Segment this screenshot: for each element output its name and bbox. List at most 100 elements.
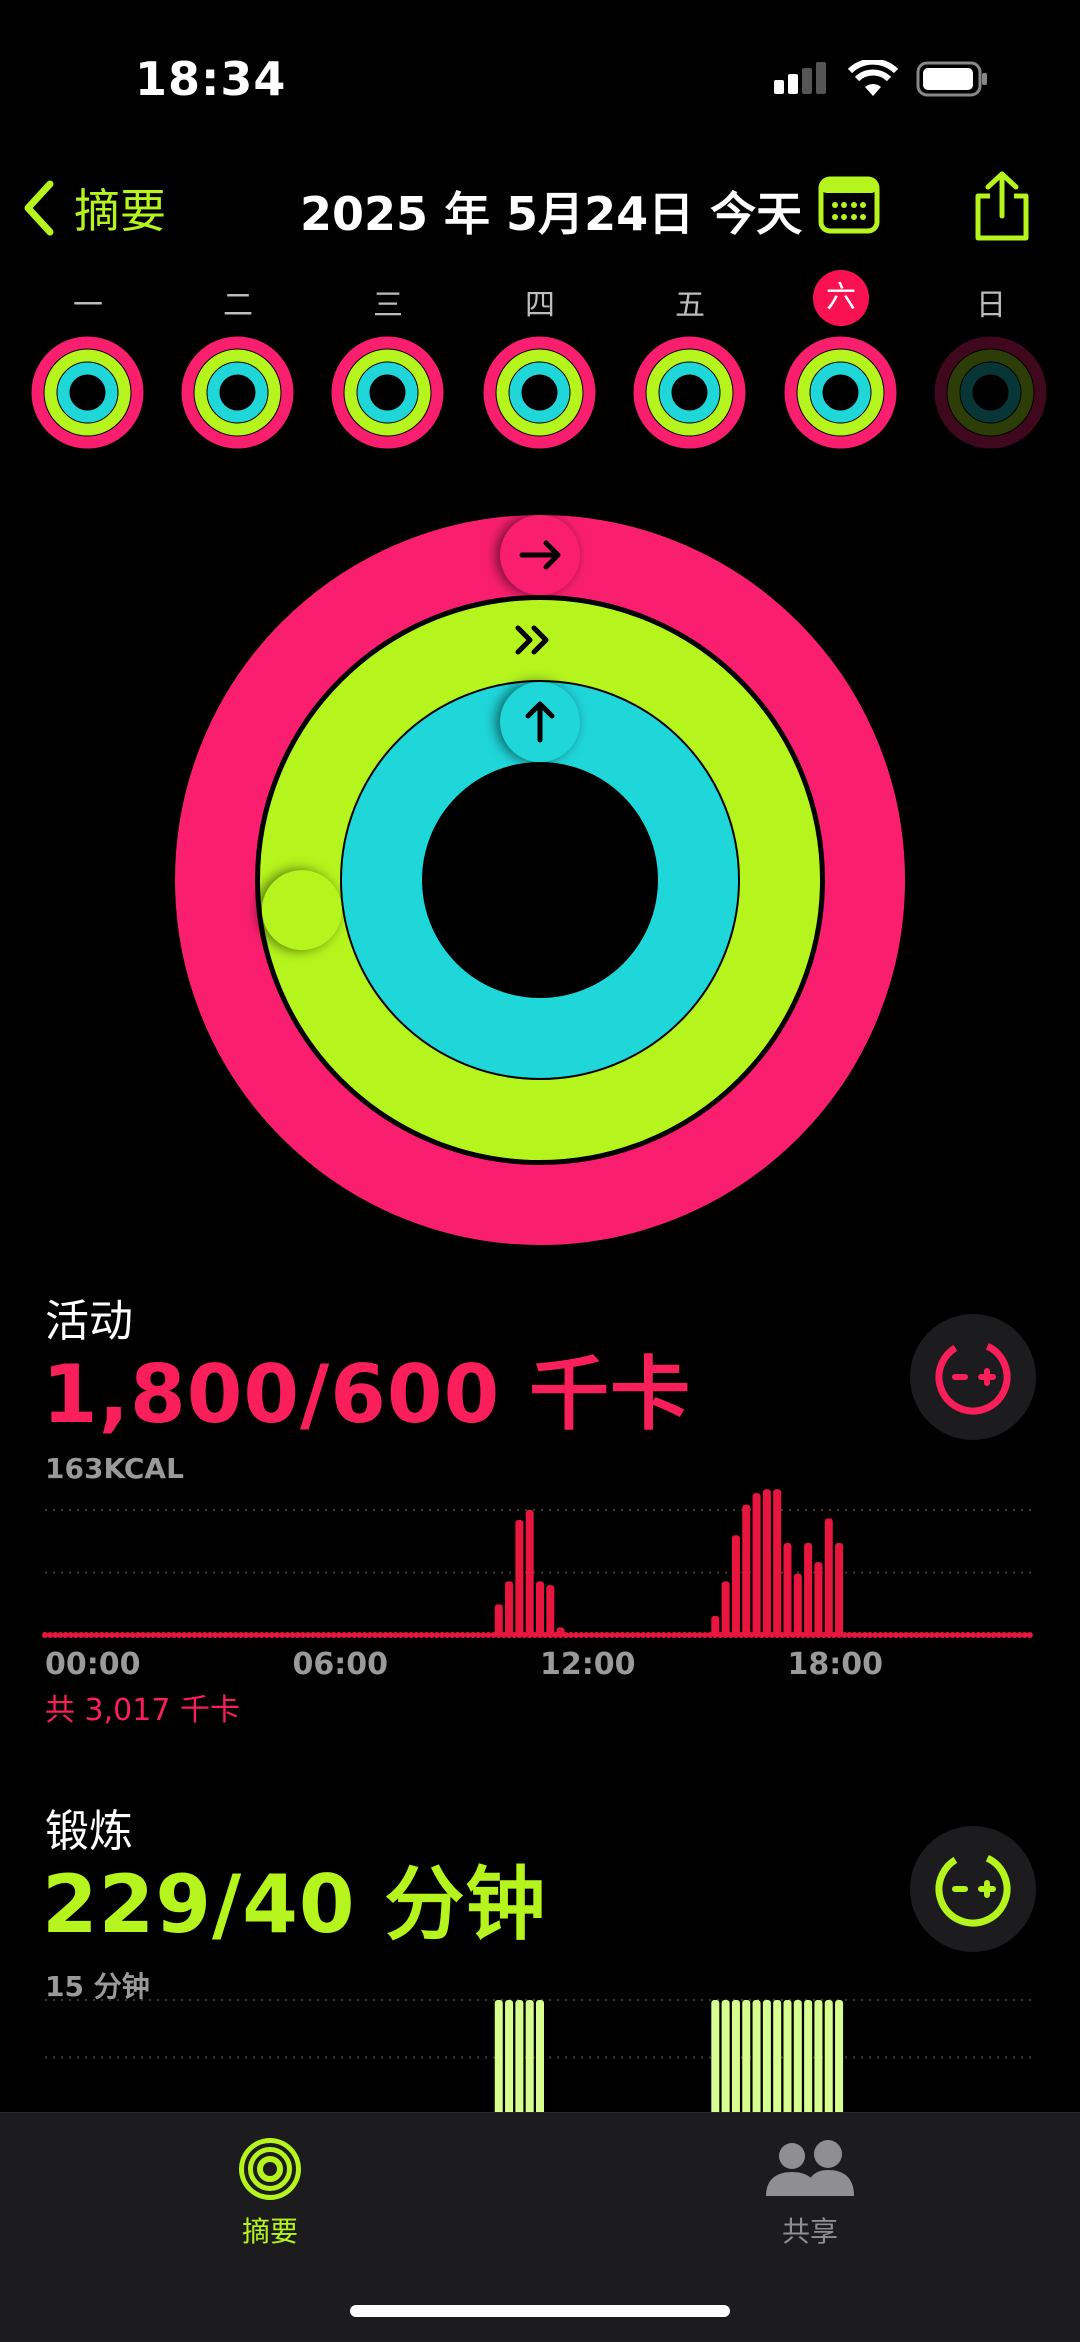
baseline-dot bbox=[640, 1632, 647, 1638]
x-axis-label: 06:00 bbox=[292, 1647, 389, 1682]
baseline-dot bbox=[145, 1632, 152, 1638]
baseline-dot bbox=[67, 1632, 74, 1638]
tab-summary-label: 摘要 bbox=[241, 2215, 298, 2248]
baseline-dot bbox=[88, 1632, 95, 1638]
chart-bar bbox=[721, 1581, 730, 1635]
chart-bar bbox=[783, 2000, 792, 2115]
activity-value: 1,800/600 千卡 bbox=[42, 1348, 692, 1441]
baseline-dot bbox=[846, 1632, 853, 1638]
baseline-dot bbox=[892, 1632, 899, 1638]
status-time: 18:34 bbox=[135, 52, 287, 106]
baseline-dot bbox=[949, 1632, 956, 1638]
baseline-dot bbox=[681, 1632, 688, 1638]
baseline-dot bbox=[52, 1632, 59, 1638]
chart-bar bbox=[835, 1542, 844, 1635]
baseline-dot bbox=[268, 1632, 275, 1638]
baseline-dot bbox=[449, 1632, 456, 1638]
day-rings-0[interactable] bbox=[30, 335, 145, 450]
weekday-label: 五 bbox=[675, 288, 705, 323]
chart-bar bbox=[762, 1489, 771, 1635]
x-axis-label: 12:00 bbox=[540, 1647, 636, 1682]
chart-bar bbox=[835, 2000, 844, 2115]
baseline-dot bbox=[129, 1632, 136, 1638]
baseline-dot bbox=[372, 1632, 378, 1638]
adjust-exercise-goal-button[interactable] bbox=[910, 1826, 1036, 1952]
baseline-dot bbox=[1016, 1632, 1023, 1638]
x-axis-label: 00:00 bbox=[45, 1647, 141, 1682]
baseline-dot bbox=[934, 1632, 941, 1638]
baseline-dot bbox=[944, 1632, 951, 1638]
chart-bar bbox=[731, 2000, 740, 2115]
baseline-dot bbox=[939, 1632, 946, 1638]
day-rings-4[interactable] bbox=[632, 335, 747, 450]
chart-bar bbox=[556, 1627, 565, 1635]
baseline-dot bbox=[464, 1632, 471, 1638]
baseline-dot bbox=[604, 1632, 611, 1638]
adjust-move-goal-button[interactable] bbox=[910, 1314, 1036, 1440]
people-icon bbox=[766, 2140, 854, 2196]
baseline-dot bbox=[433, 1632, 440, 1638]
chart-bar bbox=[505, 1581, 514, 1635]
baseline-dot bbox=[583, 1632, 590, 1638]
chart-bar bbox=[793, 2000, 802, 2115]
move-scale-label: 163KCAL bbox=[45, 1452, 184, 1485]
baseline-dot bbox=[83, 1632, 90, 1638]
exercise-value: 229/40 分钟 bbox=[42, 1858, 547, 1951]
baseline-dot bbox=[469, 1632, 476, 1638]
baseline-dot bbox=[263, 1632, 270, 1638]
baseline-dot bbox=[78, 1632, 85, 1638]
baseline-dot bbox=[676, 1632, 683, 1638]
baseline-dot bbox=[150, 1632, 157, 1638]
baseline-dot bbox=[93, 1632, 100, 1638]
baseline-dot bbox=[573, 1632, 580, 1638]
baseline-dot bbox=[366, 1632, 373, 1638]
baseline-dot bbox=[856, 1632, 863, 1638]
baseline-dot bbox=[330, 1632, 337, 1638]
baseline-dot bbox=[882, 1632, 889, 1638]
day-rings-5[interactable] bbox=[783, 335, 898, 450]
baseline-dot bbox=[598, 1632, 605, 1638]
chart-bar bbox=[525, 2000, 534, 2115]
day-rings-6[interactable] bbox=[933, 335, 1048, 450]
baseline-dot bbox=[325, 1632, 332, 1638]
tab-sharing[interactable]: 共享 bbox=[700, 2130, 920, 2250]
chart-bar bbox=[824, 1518, 833, 1635]
baseline-dot bbox=[665, 1632, 672, 1638]
baseline-dot bbox=[964, 1632, 971, 1638]
adjust-goal-icon bbox=[935, 1339, 1011, 1415]
baseline-dot bbox=[861, 1632, 868, 1638]
baseline-dot bbox=[990, 1632, 997, 1638]
back-button[interactable]: 摘要 bbox=[20, 175, 166, 241]
chart-bar bbox=[804, 1542, 813, 1635]
page-title: 2025 年 5月24日 今天 bbox=[300, 187, 803, 241]
baseline-dot bbox=[913, 1632, 920, 1638]
share-button[interactable] bbox=[970, 170, 1034, 246]
battery-icon bbox=[916, 60, 990, 102]
baseline-dot bbox=[702, 1632, 708, 1638]
baseline-dot bbox=[377, 1632, 384, 1638]
baseline-dot bbox=[444, 1632, 451, 1638]
baseline-dot bbox=[207, 1632, 213, 1638]
baseline-dot bbox=[361, 1632, 368, 1638]
chart-bar bbox=[505, 2000, 514, 2115]
baseline-dot bbox=[237, 1632, 244, 1638]
baseline-dot bbox=[397, 1632, 404, 1638]
baseline-dot bbox=[423, 1632, 430, 1638]
baseline-dot bbox=[650, 1632, 657, 1638]
baseline-dot bbox=[485, 1632, 492, 1638]
baseline-dot bbox=[1026, 1632, 1033, 1638]
activity-rings[interactable] bbox=[170, 510, 910, 1254]
day-rings-3[interactable] bbox=[482, 335, 597, 450]
day-rings-1[interactable] bbox=[180, 335, 295, 450]
baseline-dot bbox=[908, 1632, 915, 1638]
tab-summary[interactable]: 摘要 bbox=[160, 2130, 380, 2250]
calendar-button[interactable] bbox=[818, 175, 880, 239]
baseline-dot bbox=[851, 1632, 858, 1638]
weekday-label: 一 bbox=[73, 288, 103, 323]
chart-bar bbox=[494, 1604, 503, 1635]
day-rings-2[interactable] bbox=[330, 335, 445, 450]
baseline-dot bbox=[222, 1632, 229, 1638]
baseline-dot bbox=[176, 1632, 183, 1638]
chart-bar bbox=[536, 1581, 544, 1635]
baseline-dot bbox=[119, 1632, 126, 1638]
